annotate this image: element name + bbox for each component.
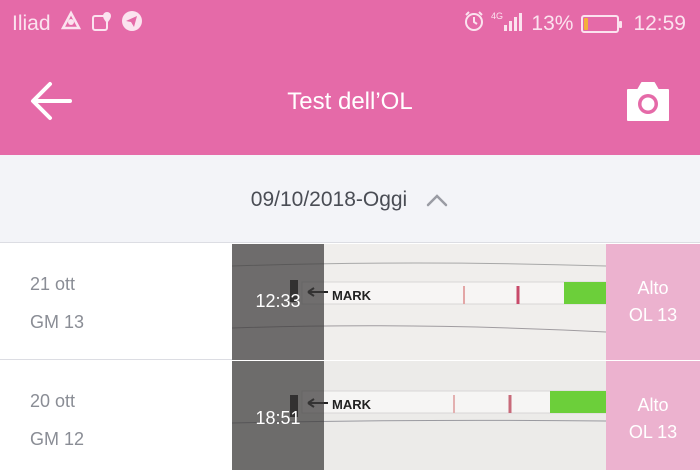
strip-mark-label: MARK <box>332 397 372 412</box>
test-date: 20 ott <box>30 391 76 411</box>
carrier-name: Iliad <box>12 11 51 35</box>
strip-mark-label: MARK <box>332 288 372 303</box>
test-time: 12:33 <box>255 291 301 311</box>
test-row[interactable]: 20 ott GM 12 MARK 18:51 Alto OL 13 <box>0 361 700 470</box>
telegram-icon <box>121 10 143 37</box>
status-bar: Iliad 4G 13% 12:59 <box>0 0 700 48</box>
cycle-day: GM 13 <box>30 312 85 332</box>
network-type: 4G <box>491 11 503 21</box>
battery-percent: 13% <box>531 12 574 35</box>
test-result: Alto OL 13 <box>606 244 700 360</box>
alarm-icon <box>463 10 485 38</box>
page-title: Test dell’OL <box>287 88 413 115</box>
test-date: 21 ott <box>30 274 76 294</box>
signal-icon: 4G <box>491 10 525 38</box>
result-value: OL 13 <box>628 422 678 442</box>
result-level: Alto <box>637 395 669 415</box>
test-result: Alto OL 13 <box>606 361 700 470</box>
clock: 12:59 <box>633 12 686 35</box>
battery-fill <box>584 18 589 30</box>
date-range-label: 09/10/2018-Oggi <box>250 188 408 211</box>
test-strip-photo[interactable]: MARK 12:33 <box>232 244 606 360</box>
status-left: Iliad <box>12 10 143 37</box>
date-range-selector[interactable]: 09/10/2018-Oggi <box>0 188 700 212</box>
cycle-day: GM 12 <box>30 429 85 449</box>
camera-button[interactable] <box>624 78 674 124</box>
date-filter-bar: 09/10/2018-Oggi <box>0 155 700 243</box>
camera-icon <box>627 82 669 121</box>
chevron-up-icon <box>426 194 448 207</box>
result-level: Alto <box>637 278 669 298</box>
location-icon <box>91 10 113 37</box>
avast-icon <box>59 10 83 37</box>
test-strip-photo[interactable]: MARK 18:51 <box>232 361 606 470</box>
battery-icon <box>581 15 623 33</box>
app-bar: Test dell’OL <box>0 48 700 155</box>
test-time: 18:51 <box>255 408 301 428</box>
test-row[interactable]: 21 ott GM 13 MARK 12:33 Alto OL 13 <box>0 244 700 360</box>
result-value: OL 13 <box>628 305 678 325</box>
status-right: 4G 13% 12:59 <box>463 10 686 38</box>
